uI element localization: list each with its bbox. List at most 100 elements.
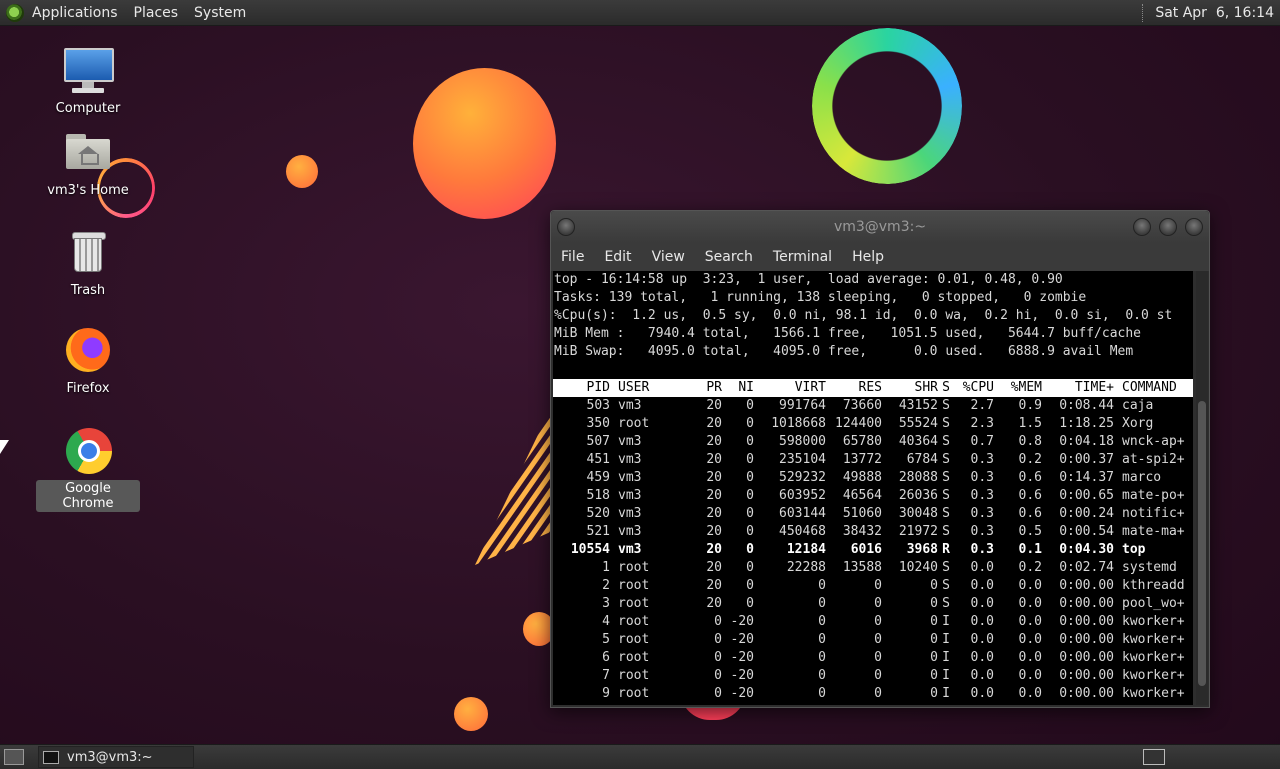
column-header-time: TIME+ — [1074, 380, 1114, 395]
trash-icon — [62, 228, 114, 280]
cell-cpu: 0.0 — [970, 560, 994, 575]
mouse-cursor-icon — [0, 440, 9, 454]
menu-edit[interactable]: Edit — [594, 249, 641, 265]
process-row: 503 vm3 20 0 991764 73660 43152 S 2.7 0.9 0:08.44 c… — [553, 397, 1193, 415]
show-desktop-button[interactable] — [4, 749, 24, 765]
cell-pr: 0 — [714, 650, 722, 665]
desktop-icon-computer[interactable]: Computer — [36, 46, 140, 117]
cell-pr: 0 — [714, 686, 722, 701]
system-menu[interactable]: System — [186, 5, 254, 21]
cell-state: S — [942, 452, 950, 467]
cell-pr: 20 — [706, 470, 722, 485]
cell-ni: -20 — [730, 614, 754, 629]
terminal-output[interactable]: top - 16:14:58 up 3:23, 1 user, load ave… — [553, 271, 1193, 705]
workspace-switcher[interactable] — [1143, 749, 1165, 765]
summary-line: MiB Swap: 4095.0 total, 4095.0 free, 0.0… — [554, 344, 1134, 359]
cell-command: marco — [1122, 470, 1162, 485]
minimize-button[interactable] — [1133, 218, 1151, 236]
cell-state: S — [942, 506, 950, 521]
cell-time: 0:00.00 — [1059, 668, 1114, 683]
cell-pid: 350 — [586, 416, 610, 431]
window-title: vm3@vm3:~ — [833, 219, 927, 235]
cell-state: I — [942, 614, 950, 629]
cell-command: kworker+ — [1122, 632, 1185, 647]
column-header-state: S — [942, 380, 950, 395]
menu-terminal[interactable]: Terminal — [763, 249, 842, 265]
menu-view[interactable]: View — [642, 249, 695, 265]
mate-logo-icon[interactable] — [6, 3, 24, 22]
applications-menu[interactable]: Applications — [24, 5, 126, 21]
cell-command: kworker+ — [1122, 668, 1185, 683]
terminal-scrollbar[interactable] — [1196, 271, 1208, 705]
close-button[interactable] — [1185, 218, 1203, 236]
cell-time: 0:00.37 — [1059, 452, 1114, 467]
cell-ni: 0 — [746, 578, 754, 593]
cell-ni: 0 — [746, 488, 754, 503]
desktop-icon-trash[interactable]: Trash — [36, 228, 140, 299]
cell-cpu: 0.0 — [970, 596, 994, 611]
cell-shr: 40364 — [898, 434, 938, 449]
scrollbar-thumb[interactable] — [1198, 401, 1206, 686]
process-row: 9 root 0 -20 0 0 0 I 0.0 0.0 0:00.00 kworker+ — [553, 685, 1193, 703]
cell-user: vm3 — [618, 434, 642, 449]
cell-state: I — [942, 686, 950, 701]
cell-virt: 235104 — [779, 452, 826, 467]
cell-mem: 0.2 — [1018, 560, 1042, 575]
cell-pr: 20 — [706, 542, 722, 557]
cell-command: mate-ma+ — [1122, 524, 1185, 539]
cell-pr: 20 — [706, 524, 722, 539]
menu-file[interactable]: File — [551, 249, 594, 265]
process-row: 1 root 20 0 22288 13588 10240 S 0.0 0.2 0:02.74 sys… — [553, 559, 1193, 577]
cell-pr: 20 — [706, 416, 722, 431]
cell-res: 46564 — [842, 488, 882, 503]
summary-line: %Cpu(s): 1.2 us, 0.5 sy, 0.0 ni, 98.1 id… — [554, 308, 1173, 323]
cell-state: S — [942, 416, 950, 431]
cell-user: vm3 — [618, 524, 642, 539]
cell-pid: 6 — [602, 650, 610, 665]
firefox-icon — [62, 326, 114, 378]
cell-virt: 529232 — [779, 470, 826, 485]
menu-search[interactable]: Search — [695, 249, 763, 265]
cell-virt: 1018668 — [771, 416, 826, 431]
places-menu[interactable]: Places — [126, 5, 187, 21]
window-titlebar[interactable]: vm3@vm3:~ — [551, 211, 1209, 243]
cell-time: 1:18.25 — [1059, 416, 1114, 431]
desktop-icon-home[interactable]: vm3's Home — [36, 128, 140, 199]
desktop-icon-firefox[interactable]: Firefox — [36, 326, 140, 397]
cell-pid: 1 — [602, 560, 610, 575]
menu-help[interactable]: Help — [842, 249, 894, 265]
wallpaper-orange-dot-bottom — [454, 697, 488, 731]
cell-user: root — [618, 614, 650, 629]
cell-pid: 459 — [586, 470, 610, 485]
taskbar-button-terminal[interactable]: vm3@vm3:~ — [38, 746, 194, 768]
terminal-window[interactable]: vm3@vm3:~ File Edit View Search Terminal… — [550, 210, 1210, 708]
cell-state: S — [942, 596, 950, 611]
cell-user: vm3 — [618, 542, 642, 557]
cell-state: R — [942, 542, 950, 557]
clock[interactable]: Sat Apr 6, 16:14 — [1155, 5, 1274, 21]
maximize-button[interactable] — [1159, 218, 1177, 236]
cell-command: wnck-ap+ — [1122, 434, 1185, 449]
cell-mem: 0.0 — [1018, 650, 1042, 665]
process-row: 5 root 0 -20 0 0 0 I 0.0 0.0 0:00.00 kworker+ — [553, 631, 1193, 649]
cell-res: 0 — [874, 614, 882, 629]
cell-shr: 30048 — [898, 506, 938, 521]
cell-cpu: 0.3 — [970, 452, 994, 467]
cell-cpu: 0.3 — [970, 488, 994, 503]
cell-shr: 0 — [930, 632, 938, 647]
cell-command: kworker+ — [1122, 686, 1185, 701]
process-row: 2 root 20 0 0 0 0 S 0.0 0.0 0:00.00 kthreadd — [553, 577, 1193, 595]
cell-res: 51060 — [842, 506, 882, 521]
desktop-icon-chrome[interactable]: Google Chrome — [36, 426, 140, 512]
cell-pr: 20 — [706, 560, 722, 575]
cell-shr: 21972 — [898, 524, 938, 539]
cell-cpu: 0.0 — [970, 668, 994, 683]
cell-state: I — [942, 668, 950, 683]
cell-virt: 0 — [818, 686, 826, 701]
home-folder-icon — [62, 128, 114, 180]
cell-cpu: 0.0 — [970, 632, 994, 647]
cell-virt: 450468 — [779, 524, 826, 539]
cell-shr: 0 — [930, 668, 938, 683]
cell-mem: 0.0 — [1018, 686, 1042, 701]
cell-command: kworker+ — [1122, 614, 1185, 629]
